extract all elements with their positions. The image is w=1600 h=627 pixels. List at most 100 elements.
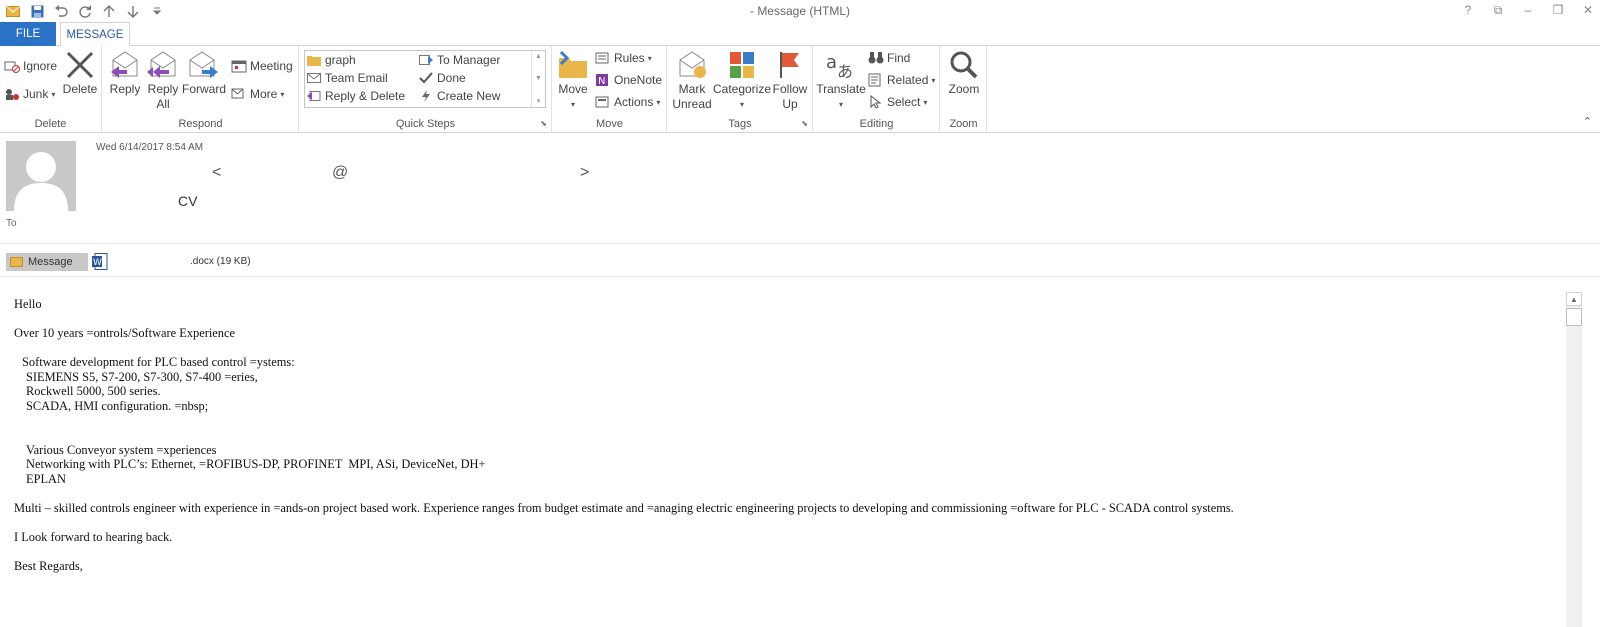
delete-group-label: Delete: [34, 118, 67, 130]
find-button[interactable]: Find: [868, 48, 910, 68]
junk-button[interactable]: Junk ▾: [4, 84, 55, 104]
reply-all-icon: [147, 51, 176, 78]
message-subject: CV: [178, 193, 198, 209]
help-button[interactable]: ?: [1460, 2, 1476, 18]
body-line: Hello: [14, 297, 42, 311]
tags-group-label: Tags: [728, 118, 752, 130]
reply-all-label-1: Reply: [147, 82, 179, 96]
attachments-bar: Message W .docx (19 KB): [0, 249, 1600, 277]
quick-step-done[interactable]: Done: [419, 71, 466, 85]
meeting-button[interactable]: Meeting: [231, 56, 293, 76]
body-line: Networking with PLC’s: Ethernet, =ROFIBU…: [26, 457, 486, 471]
ignore-label: Ignore: [23, 59, 58, 73]
scroll-up-icon[interactable]: ▲: [1566, 292, 1582, 306]
translate-button[interactable]: aあ Translate ▾: [816, 50, 866, 112]
message-header: Wed 6/14/2017 8:54 AM < @ > CV To: [0, 134, 1600, 244]
magnifier-icon: [950, 51, 978, 79]
rules-button[interactable]: Rules ▾: [595, 48, 652, 68]
reply-delete-icon: [307, 91, 321, 101]
respond-group-label: Respond: [178, 118, 223, 130]
to-manager-icon: [419, 55, 433, 65]
more-label: More: [250, 87, 278, 101]
related-button[interactable]: Related ▾: [868, 70, 935, 90]
word-document-icon[interactable]: W: [92, 253, 108, 270]
translate-icon: aあ: [826, 52, 853, 80]
quick-step-graph[interactable]: graph: [307, 53, 356, 67]
quick-step-label: Done: [437, 71, 466, 85]
zoom-button[interactable]: Zoom: [945, 50, 983, 97]
onenote-button[interactable]: N OneNote: [595, 70, 662, 90]
rules-label: Rules: [614, 51, 645, 65]
forward-button[interactable]: Forward: [182, 50, 226, 97]
onenote-label: OneNote: [614, 73, 663, 87]
quick-step-label: Create New: [437, 89, 501, 103]
translate-label: Translate: [816, 82, 866, 96]
mark-unread-label-1: Mark: [678, 82, 706, 96]
ribbon-display-options-button[interactable]: ⧉: [1490, 2, 1506, 18]
scroll-up-icon[interactable]: ▲: [535, 53, 542, 60]
quick-step-team-email[interactable]: Team Email: [307, 71, 388, 85]
junk-label: Junk: [23, 87, 49, 101]
avatar: [6, 141, 76, 211]
quick-steps-scroll[interactable]: ▲ ▼ ▾: [531, 51, 545, 107]
follow-up-button[interactable]: Follow Up: [770, 50, 810, 112]
close-button[interactable]: ✕: [1580, 2, 1596, 18]
reply-all-button[interactable]: Reply All: [145, 50, 181, 112]
minimize-button[interactable]: –: [1520, 2, 1536, 18]
more-button[interactable]: More ▾: [231, 84, 284, 104]
chevron-down-icon: ▾: [923, 97, 928, 107]
scrollbar-thumb[interactable]: [1566, 308, 1582, 326]
tab-file[interactable]: FILE: [0, 22, 56, 46]
sender-at-sign: @: [332, 164, 349, 181]
actions-button[interactable]: Actions ▾: [595, 92, 660, 112]
checkmark-icon: [419, 72, 433, 84]
move-label: Move: [558, 82, 588, 96]
move-group-label: Move: [596, 118, 623, 130]
sender-address[interactable]: < @ >: [96, 164, 616, 186]
window-title: - Message (HTML): [749, 4, 850, 18]
editing-group-label: Editing: [859, 118, 894, 130]
reply-icon: [111, 51, 138, 78]
body-line: Various Conveyor system =xperiences: [26, 443, 217, 457]
mark-unread-button[interactable]: Mark Unread: [670, 50, 714, 112]
move-button[interactable]: Move ▾: [555, 50, 591, 112]
quick-step-to-manager[interactable]: To Manager: [419, 53, 500, 67]
quick-step-label: Reply & Delete: [325, 89, 406, 103]
body-line: Best Regards,: [14, 559, 83, 573]
reply-button[interactable]: Reply: [107, 50, 143, 97]
vertical-scrollbar[interactable]: ▲: [1566, 292, 1582, 627]
collapse-ribbon-icon[interactable]: ⌃: [1583, 115, 1592, 128]
delete-button[interactable]: Delete: [62, 50, 98, 97]
related-icon: [868, 73, 881, 87]
related-label: Related: [887, 73, 929, 87]
quick-step-create-new[interactable]: Create New: [419, 89, 500, 103]
select-button[interactable]: Select ▾: [868, 92, 927, 112]
chevron-down-icon: ▾: [931, 75, 936, 85]
tab-message[interactable]: MESSAGE: [60, 22, 130, 47]
onenote-icon: N: [596, 74, 608, 87]
quick-step-reply-delete[interactable]: Reply & Delete: [307, 89, 405, 103]
svg-text:N: N: [598, 76, 605, 87]
attachment-file-name[interactable]: .docx (19 KB): [190, 256, 251, 267]
lightning-icon: [422, 90, 430, 102]
svg-text:W: W: [93, 258, 102, 268]
message-attachment-tab[interactable]: Message: [6, 253, 88, 271]
svg-text:あ: あ: [837, 62, 853, 80]
follow-up-label-1: Follow: [772, 82, 808, 96]
body-line: Over 10 years =ontrols/Software Experien…: [14, 326, 235, 340]
window-controls: ? ⧉ – ❐ ✕: [1460, 2, 1596, 18]
categorize-button[interactable]: Categorize ▾: [712, 50, 772, 112]
quick-step-label: graph: [325, 53, 356, 67]
dialog-launcher-icon[interactable]: ⬊: [801, 119, 808, 128]
dialog-launcher-icon[interactable]: ⬊: [540, 119, 547, 128]
ignore-button[interactable]: Ignore: [4, 56, 57, 76]
mark-unread-label-2: Unread: [672, 97, 712, 111]
chevron-down-icon: ▾: [656, 97, 661, 107]
zoom-group-label: Zoom: [949, 118, 978, 130]
categorize-label: Categorize: [712, 82, 772, 96]
scroll-down-icon[interactable]: ▼: [535, 75, 542, 82]
expand-gallery-icon[interactable]: ▾: [537, 97, 541, 105]
mark-unread-icon: [679, 51, 706, 78]
restore-button[interactable]: ❐: [1550, 2, 1566, 18]
body-line: EPLAN: [26, 472, 66, 486]
